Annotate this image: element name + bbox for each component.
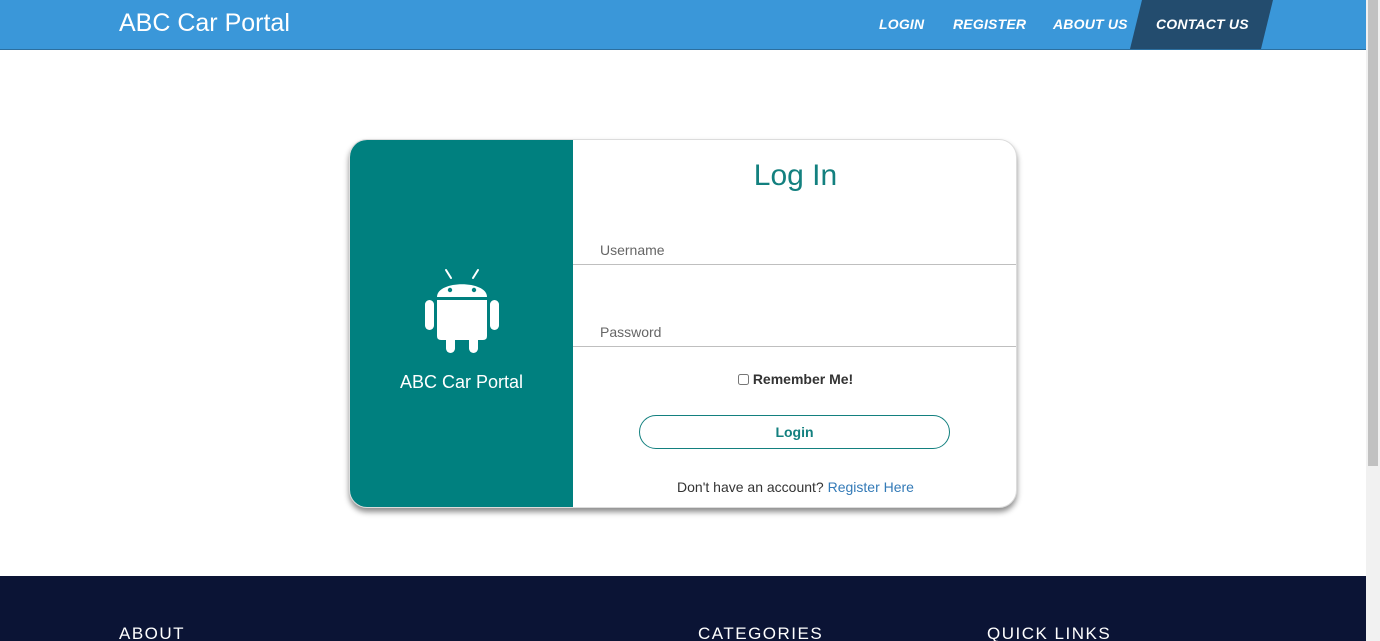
register-here-link[interactable]: Register Here <box>828 479 914 495</box>
footer-heading-categories: CATEGORIES <box>698 624 824 641</box>
register-prompt-text: Don't have an account? <box>677 479 824 495</box>
password-input[interactable] <box>573 317 1016 347</box>
nav-contact-us-link[interactable]: CONTACT US <box>1130 0 1273 49</box>
page: ABC Car Portal LOGIN REGISTER ABOUT US C… <box>0 0 1366 641</box>
login-card: ABC Car Portal Log In Remember Me! Login… <box>349 139 1017 508</box>
nav-login-link[interactable]: LOGIN <box>879 0 924 49</box>
login-form: Log In Remember Me! Login Don't have an … <box>573 140 1016 507</box>
nav-register-link[interactable]: REGISTER <box>953 0 1026 49</box>
remember-me-row: Remember Me! <box>573 371 1016 387</box>
nav-about-us-link[interactable]: ABOUT US <box>1053 0 1128 49</box>
remember-me-label[interactable]: Remember Me! <box>753 371 853 387</box>
login-card-brand-panel: ABC Car Portal <box>350 140 573 507</box>
brand-logo[interactable]: ABC Car Portal <box>119 9 290 38</box>
remember-me-checkbox[interactable] <box>737 374 749 385</box>
android-icon <box>425 269 499 353</box>
footer-heading-about: ABOUT <box>119 624 186 641</box>
card-brand-title: ABC Car Portal <box>399 372 524 392</box>
register-prompt: Don't have an account? Register Here <box>573 479 1016 495</box>
navbar: ABC Car Portal LOGIN REGISTER ABOUT US C… <box>0 0 1366 50</box>
username-input[interactable] <box>573 235 1016 265</box>
footer-heading-quick-links: QUICK LINKS <box>987 624 1112 641</box>
scrollbar-thumb[interactable] <box>1368 0 1378 466</box>
vertical-scrollbar[interactable] <box>1366 0 1380 641</box>
footer: ABOUT CATEGORIES QUICK LINKS <box>0 576 1366 641</box>
login-button[interactable]: Login <box>639 415 950 449</box>
login-heading: Log In <box>753 159 838 192</box>
